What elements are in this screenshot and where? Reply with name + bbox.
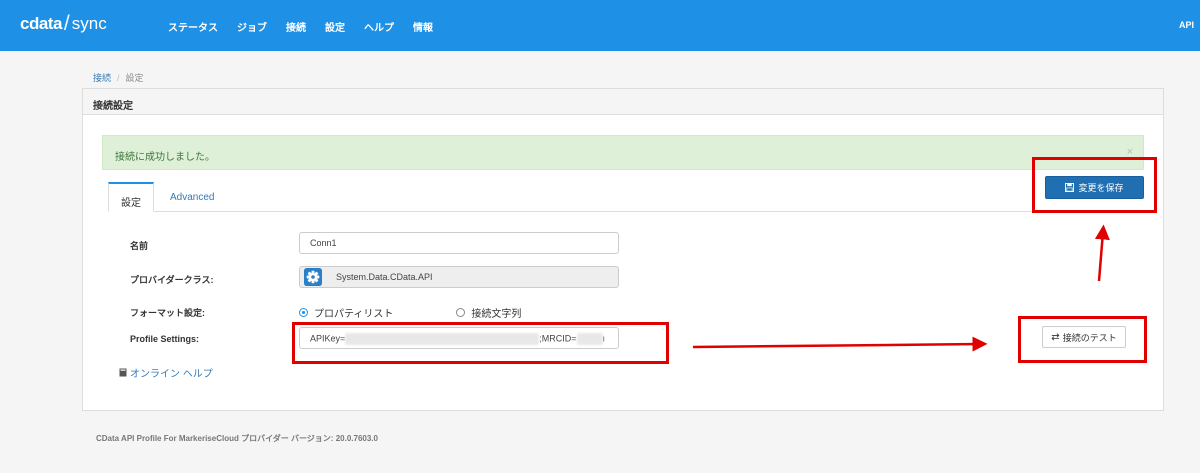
cdata-sync-logo[interactable]: cdata / sync	[20, 12, 107, 36]
radio-unchecked-icon	[456, 308, 466, 317]
breadcrumb: 接続 / 設定	[93, 71, 144, 84]
save-button-highlight	[1032, 157, 1157, 213]
breadcrumb-separator: /	[117, 73, 120, 83]
book-icon	[119, 368, 127, 377]
nav-item-help[interactable]: ヘルプ	[364, 19, 394, 34]
settings-tabs: 設定 Advanced	[108, 182, 1144, 212]
logo-product: sync	[71, 14, 107, 33]
profile-settings-highlight	[292, 322, 669, 364]
format-radio-group: プロパティリスト 接続文字列	[299, 305, 521, 320]
provider-class-label: プロバイダークラス:	[130, 275, 214, 285]
api-link[interactable]: API	[1179, 20, 1194, 30]
tab-settings[interactable]: 設定	[108, 182, 154, 212]
name-input[interactable]: Conn1	[299, 232, 619, 254]
online-help-label: オンライン ヘルプ	[130, 369, 213, 380]
logo-divider: /	[63, 12, 70, 35]
radio-property-list-label: プロパティリスト	[314, 309, 394, 320]
main-nav: ステータス ジョブ 接続 設定 ヘルプ 情報	[168, 19, 452, 34]
top-navbar: cdata / sync ステータス ジョブ 接続 設定 ヘルプ 情報 API	[0, 0, 1200, 51]
success-alert: 接続に成功しました。 ×	[102, 135, 1144, 170]
nav-item-connections[interactable]: 接続	[286, 19, 306, 34]
panel-title: 接続設定	[83, 89, 1163, 115]
nav-item-info[interactable]: 情報	[413, 19, 433, 34]
provider-class-field: System.Data.CData.API	[299, 266, 619, 288]
test-button-highlight	[1018, 316, 1147, 363]
tab-advanced[interactable]: Advanced	[158, 182, 226, 212]
logo-brand: cdata	[20, 14, 62, 33]
format-setting-label: フォーマット設定:	[130, 308, 205, 318]
radio-checked-icon	[299, 308, 308, 317]
nav-item-status[interactable]: ステータス	[168, 19, 218, 34]
nav-item-jobs[interactable]: ジョブ	[237, 19, 267, 34]
breadcrumb-current: 設定	[125, 73, 144, 83]
name-label: 名前	[130, 241, 149, 251]
radio-connection-string-label: 接続文字列	[471, 309, 522, 320]
radio-property-list[interactable]: プロパティリスト	[299, 305, 393, 320]
alert-message: 接続に成功しました。	[115, 152, 215, 163]
provider-version-footer: CData API Profile For MarkeriseCloud プロバ…	[96, 434, 378, 443]
breadcrumb-connections[interactable]: 接続	[93, 73, 111, 83]
nav-item-settings[interactable]: 設定	[325, 19, 345, 34]
gear-icon	[302, 267, 324, 287]
radio-connection-string[interactable]: 接続文字列	[456, 305, 521, 320]
profile-settings-label: Profile Settings:	[130, 334, 200, 344]
online-help-link[interactable]: オンライン ヘルプ	[119, 365, 213, 380]
